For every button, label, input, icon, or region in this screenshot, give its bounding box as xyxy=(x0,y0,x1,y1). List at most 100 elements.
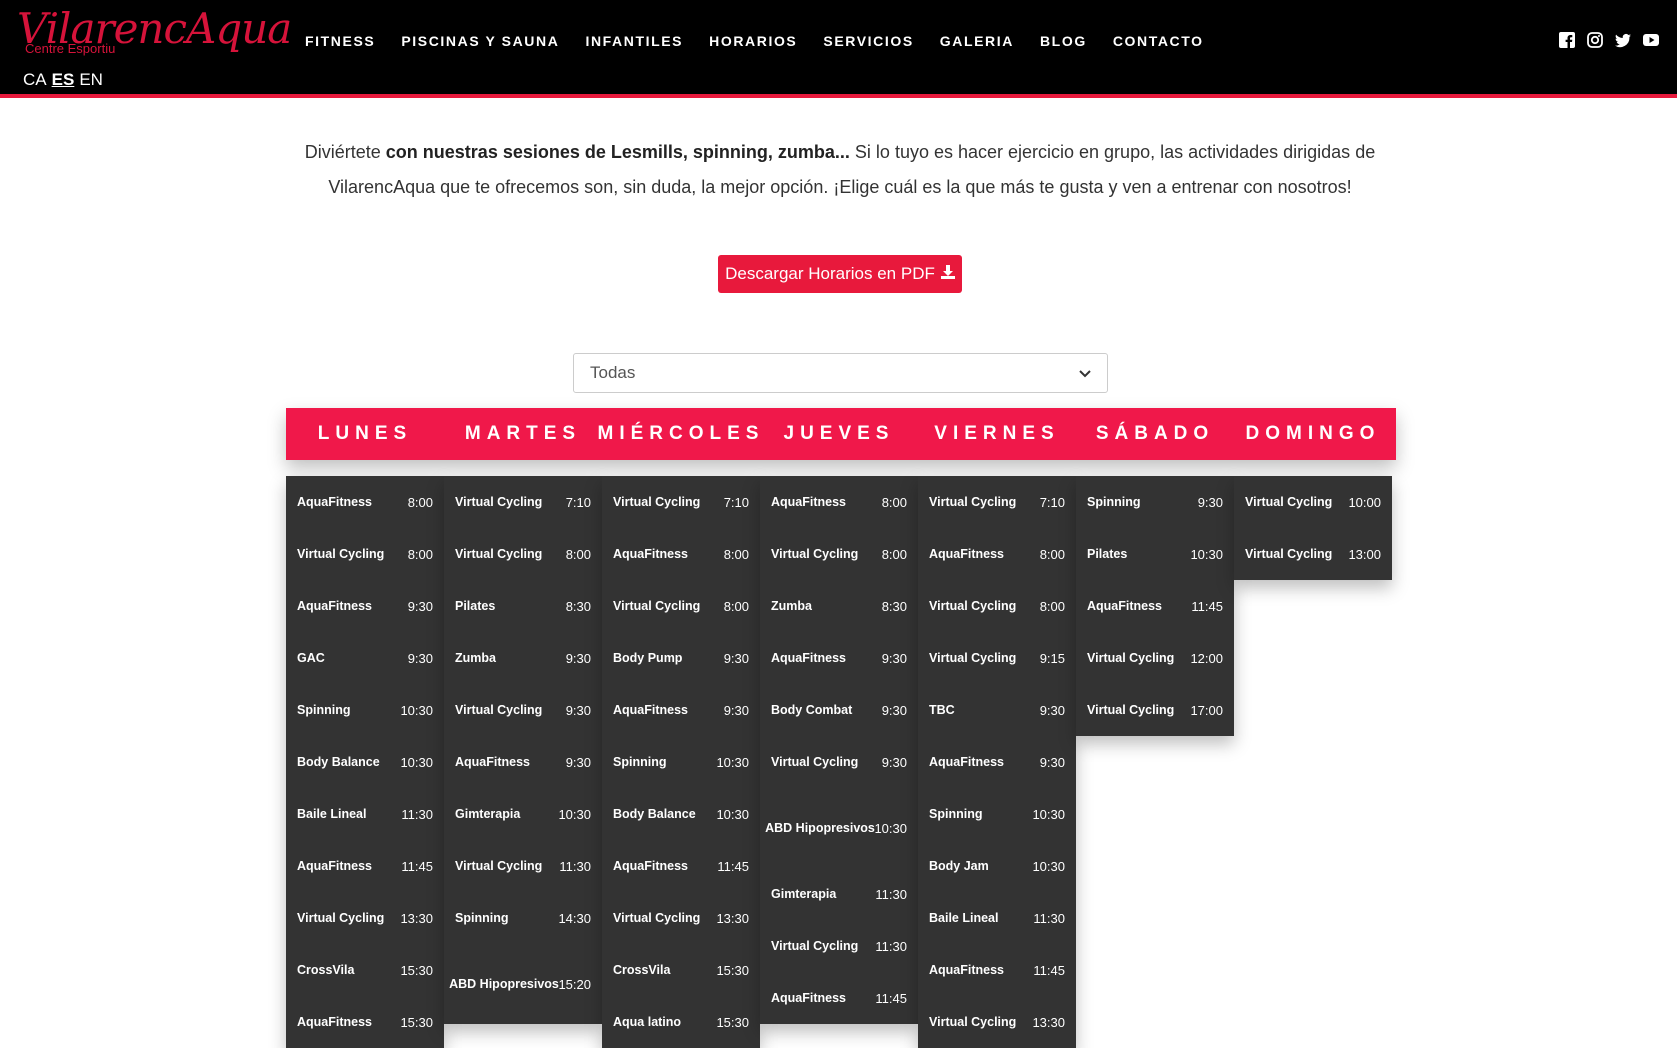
class-time: 9:30 xyxy=(1197,494,1223,510)
day-miercoles: MIÉRCOLES xyxy=(597,423,765,444)
class-time: 10:30 xyxy=(716,806,749,822)
class-name: Gimterapia xyxy=(455,807,521,821)
youtube-icon[interactable] xyxy=(1643,32,1659,48)
schedule-cell: Pilates 10:30 xyxy=(1076,528,1234,580)
schedule-cell: Body Pump 9:30 xyxy=(602,632,760,684)
day-viernes: VIERNES xyxy=(934,423,1060,444)
class-name: Virtual Cycling xyxy=(771,939,859,953)
day-sabado: SÁBADO xyxy=(1095,423,1215,444)
class-name: Virtual Cycling xyxy=(297,547,385,561)
class-time: 10:00 xyxy=(1348,494,1381,510)
class-name: Virtual Cycling xyxy=(455,703,543,717)
class-name: Virtual Cycling xyxy=(771,547,859,561)
lang-en[interactable]: EN xyxy=(79,70,103,90)
class-name: AquaFitness xyxy=(297,859,373,873)
schedule-cell: AquaFitness 15:30 xyxy=(286,996,444,1048)
schedule-cell: GAC 9:30 xyxy=(286,632,444,684)
lang-es[interactable]: ES xyxy=(52,70,75,90)
class-name: AquaFitness xyxy=(771,651,847,665)
class-name: Virtual Cycling xyxy=(1087,651,1175,665)
class-name: Virtual Cycling xyxy=(613,911,701,925)
schedule-cell: Zumba 8:30 xyxy=(760,580,918,632)
class-time: 10:30 xyxy=(874,820,907,836)
schedule-cell: CrossVila 15:30 xyxy=(286,944,444,996)
schedule-cell: Virtual Cycling 8:00 xyxy=(444,528,602,580)
nav-contacto[interactable]: CONTACTO xyxy=(1113,33,1204,49)
instagram-icon[interactable] xyxy=(1587,32,1603,48)
activity-filter-select[interactable]: Todas xyxy=(573,353,1108,393)
class-name: Virtual Cycling xyxy=(1245,547,1333,561)
class-name: Virtual Cycling xyxy=(613,599,701,613)
class-time: 14:30 xyxy=(558,910,591,926)
schedule-cell: Virtual Cycling 8:00 xyxy=(760,528,918,580)
schedule-cell: Virtual Cycling 13:30 xyxy=(602,892,760,944)
schedule-cell: Baile Lineal 11:30 xyxy=(918,892,1076,944)
schedule-cell: ABD Hipopresivos 15:20 xyxy=(444,944,602,1024)
schedule-cell: AquaFitness 8:00 xyxy=(286,476,444,528)
class-name: AquaFitness xyxy=(929,755,1005,769)
class-name: Virtual Cycling xyxy=(455,495,543,509)
schedule-cell: AquaFitness 11:45 xyxy=(286,840,444,892)
nav-piscinas[interactable]: PISCINAS Y SAUNA xyxy=(401,33,559,49)
nav-fitness[interactable]: FITNESS xyxy=(305,33,375,49)
class-name: Zumba xyxy=(771,599,812,613)
day-domingo: DOMINGO xyxy=(1245,423,1381,444)
schedule-cell: Spinning 10:30 xyxy=(286,684,444,736)
schedule-cell: CrossVila 15:30 xyxy=(602,944,760,996)
class-time: 13:30 xyxy=(716,910,749,926)
class-time: 12:00 xyxy=(1190,650,1223,666)
intro-bold: con nuestras sesiones de Lesmills, spinn… xyxy=(385,142,850,162)
class-time: 7:10 xyxy=(723,494,749,510)
facebook-icon[interactable] xyxy=(1559,32,1575,48)
class-time: 9:30 xyxy=(565,702,591,718)
class-time: 8:00 xyxy=(1039,546,1065,562)
class-time: 10:30 xyxy=(558,806,591,822)
nav-servicios[interactable]: SERVICIOS xyxy=(823,33,913,49)
class-name: ABD Hipopresivos xyxy=(449,977,559,991)
class-time: 15:30 xyxy=(716,962,749,978)
class-name: Virtual Cycling xyxy=(929,599,1017,613)
class-time: 7:10 xyxy=(1039,494,1065,510)
schedule-cell: Pilates 8:30 xyxy=(444,580,602,632)
class-time: 7:10 xyxy=(565,494,591,510)
nav-blog[interactable]: BLOG xyxy=(1040,33,1087,49)
intro-start: Diviértete xyxy=(304,142,386,162)
class-time: 8:30 xyxy=(881,598,907,614)
class-name: Baile Lineal xyxy=(929,911,999,925)
class-name: Spinning xyxy=(929,807,983,821)
download-pdf-button[interactable]: Descargar Horarios en PDF xyxy=(718,255,962,293)
nav-galeria[interactable]: GALERIA xyxy=(940,33,1014,49)
intro-text: Diviértete con nuestras sesiones de Lesm… xyxy=(290,135,1390,205)
schedule-column-6: Spinning 9:30 Pilates 10:30 AquaFitness 11:45… xyxy=(1076,476,1234,736)
schedule-cell: Spinning 14:30 xyxy=(444,892,602,944)
class-time: 8:00 xyxy=(1039,598,1065,614)
schedule-column-5: Virtual Cycling 7:10 AquaFitness 8:00 Virtua… xyxy=(918,476,1076,1048)
class-name: Virtual Cycling xyxy=(455,547,543,561)
class-time: 9:30 xyxy=(1039,702,1065,718)
lang-ca[interactable]: CA xyxy=(23,70,47,90)
schedule-cell: Spinning 9:30 xyxy=(1076,476,1234,528)
schedule-cell: Virtual Cycling 13:00 xyxy=(1234,528,1392,580)
class-time: 11:45 xyxy=(875,990,907,1006)
class-time: 8:00 xyxy=(565,546,591,562)
language-switcher: CA ES EN xyxy=(23,70,103,90)
schedule-cell: Virtual Cycling 11:30 xyxy=(760,920,918,972)
logo[interactable]: VilarencAqua Centre Esportiu xyxy=(17,6,292,58)
class-name: Virtual Cycling xyxy=(771,755,859,769)
class-name: GAC xyxy=(297,651,325,665)
schedule-cell: AquaFitness 8:00 xyxy=(918,528,1076,580)
class-time: 8:00 xyxy=(723,546,749,562)
class-time: 13:00 xyxy=(1348,546,1381,562)
nav-infantiles[interactable]: INFANTILES xyxy=(585,33,683,49)
class-time: 9:30 xyxy=(1039,754,1065,770)
class-time: 10:30 xyxy=(400,702,433,718)
nav-horarios[interactable]: HORARIOS xyxy=(709,33,797,49)
schedule-cell: Virtual Cycling 13:30 xyxy=(286,892,444,944)
twitter-icon[interactable] xyxy=(1615,32,1631,48)
schedule-cell: Virtual Cycling 11:30 xyxy=(444,840,602,892)
schedule-cell: AquaFitness 9:30 xyxy=(760,632,918,684)
schedule-cell: Spinning 10:30 xyxy=(918,788,1076,840)
day-lunes: LUNES xyxy=(317,423,413,444)
schedule-cell: Baile Lineal 11:30 xyxy=(286,788,444,840)
logo-subtitle: Centre Esportiu xyxy=(25,41,116,56)
